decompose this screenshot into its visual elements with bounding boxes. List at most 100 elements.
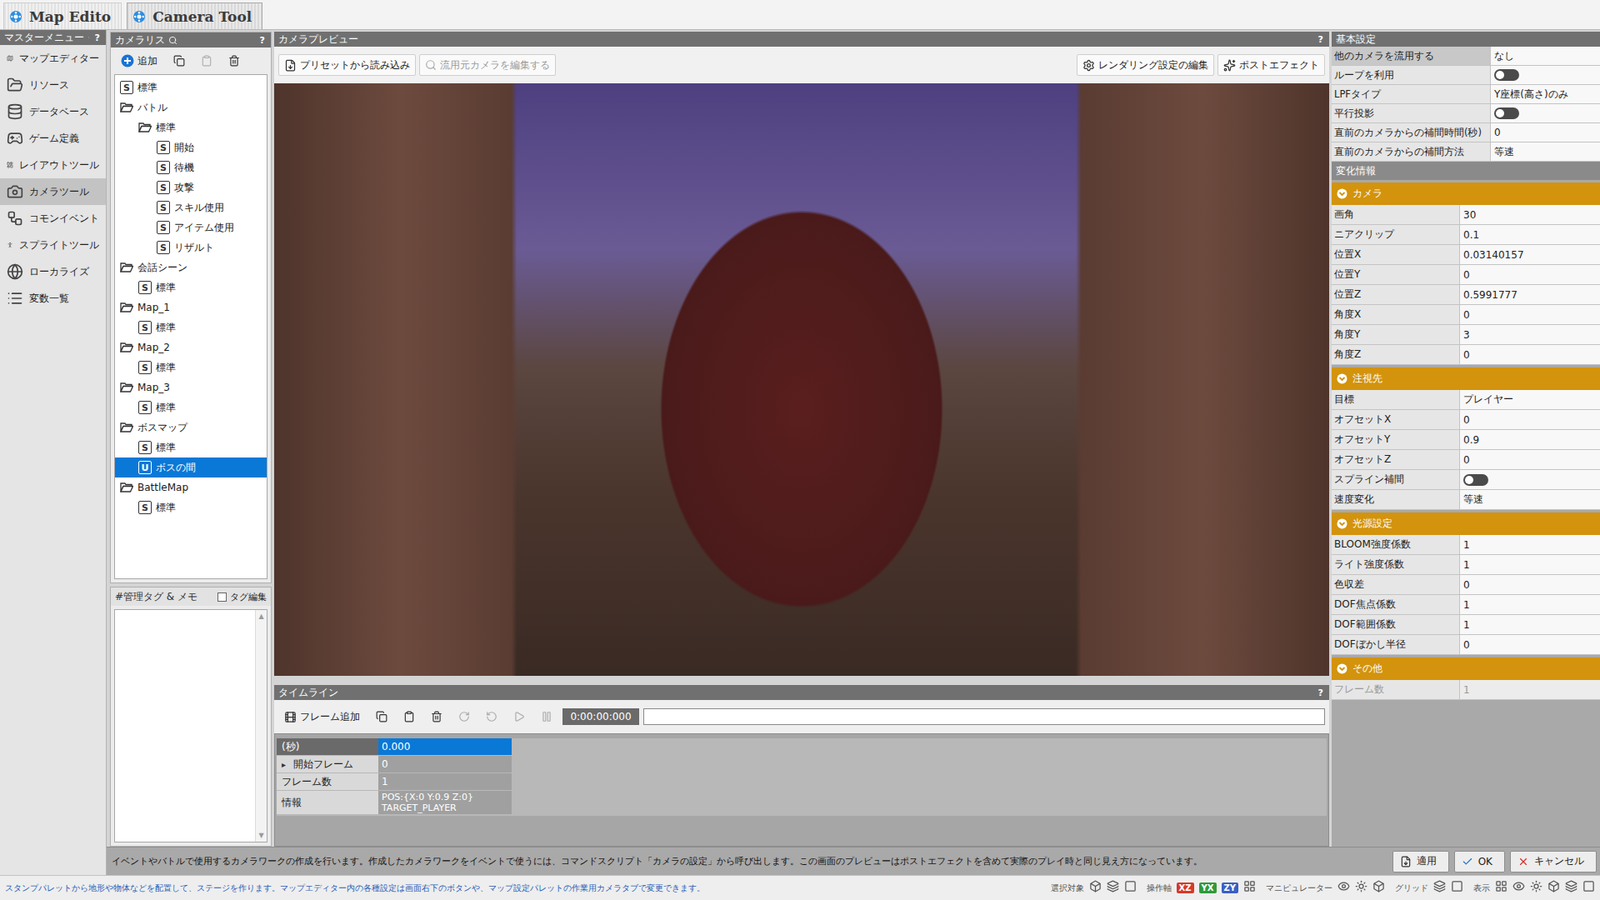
section-header[interactable]: 注視先 [1331, 367, 1600, 390]
edit-source-button[interactable]: 流用元カメラを編集する [419, 54, 556, 76]
master-menu-item[interactable]: データベース [0, 98, 106, 125]
property-value[interactable]: プレイヤー [1459, 390, 1600, 410]
tree-item[interactable]: S標準 [115, 317, 267, 338]
property-value[interactable]: 等速 [1459, 490, 1600, 510]
property-value[interactable]: 1 [1459, 535, 1600, 555]
axis-badge[interactable]: ZY [1221, 882, 1240, 894]
tool-button[interactable] [1530, 880, 1543, 896]
property-row[interactable]: 角度X0 [1331, 305, 1600, 325]
tool-button[interactable] [1565, 880, 1578, 896]
property-value[interactable]: 1 [1459, 615, 1600, 635]
tool-button[interactable] [1337, 880, 1350, 896]
section-header[interactable]: カメラ [1331, 182, 1600, 205]
section-header[interactable]: その他 [1331, 657, 1600, 680]
property-value[interactable]: 0 [1490, 123, 1600, 142]
property-value[interactable]: 0 [1459, 305, 1600, 325]
tool-button[interactable] [1433, 880, 1446, 896]
axis-badge[interactable]: XZ [1176, 882, 1195, 894]
help-button[interactable]: ? [1316, 687, 1325, 699]
property-value[interactable]: 1 [1459, 555, 1600, 575]
property-row[interactable]: BLOOM強度係数1 [1331, 535, 1600, 555]
memo-textarea[interactable]: ▲▼ [114, 609, 268, 843]
property-value[interactable]: 3 [1459, 325, 1600, 345]
delete-frame-button[interactable] [425, 705, 449, 728]
tree-item[interactable]: 会話シーン [115, 257, 267, 278]
checkbox-box[interactable] [217, 592, 227, 602]
tree-item[interactable]: S標準 [115, 77, 267, 98]
collapse-icon[interactable] [1336, 663, 1348, 675]
editor-tab[interactable]: Map Edito [3, 2, 122, 30]
tree-item[interactable]: Sスキル使用 [115, 197, 267, 218]
master-menu-item[interactable]: 変数一覧 [0, 285, 106, 312]
property-row[interactable]: 角度Z0 [1331, 345, 1600, 365]
property-row[interactable]: 位置X0.03140157 [1331, 245, 1600, 265]
property-row[interactable]: 直前のカメラからの補間方法等速 [1331, 142, 1600, 162]
tool-button[interactable] [1243, 880, 1256, 896]
frame-table-value[interactable]: 1 [378, 773, 512, 790]
copy-button[interactable] [167, 50, 191, 72]
property-row[interactable]: LPFタイプY座標(高さ)のみ [1331, 85, 1600, 105]
master-menu-item[interactable]: ローカライズ [0, 258, 106, 285]
toggle-switch[interactable] [1494, 69, 1520, 81]
scroll-down-button[interactable]: ▼ [258, 831, 264, 840]
property-row[interactable]: 位置Z0.5991777 [1331, 285, 1600, 305]
tree-item[interactable]: S開始 [115, 137, 267, 158]
master-menu-item[interactable]: スプライトツール [0, 231, 106, 259]
property-value[interactable]: 0.03140157 [1459, 245, 1600, 265]
property-value[interactable] [1490, 104, 1600, 123]
undo-button[interactable] [480, 705, 504, 728]
property-row[interactable]: 直前のカメラからの補間時間(秒)0 [1331, 123, 1600, 143]
property-row[interactable]: ループを利用 [1331, 65, 1600, 85]
property-row[interactable]: スプライン補間 [1331, 470, 1600, 490]
post-effect-button[interactable]: ポストエフェクト [1217, 54, 1325, 76]
property-value[interactable]: 0.9 [1459, 430, 1600, 450]
property-row[interactable]: オフセットX0 [1331, 410, 1600, 430]
toggle-switch[interactable] [1463, 474, 1489, 486]
toggle-switch[interactable] [1494, 107, 1520, 120]
collapse-icon[interactable] [1336, 373, 1348, 385]
paste-button[interactable] [195, 50, 219, 72]
property-row[interactable]: オフセットZ0 [1331, 450, 1600, 470]
scroll-up-button[interactable]: ▲ [258, 612, 264, 620]
frame-table-value[interactable]: 0.000 [378, 738, 512, 755]
frame-table-value[interactable]: POS:{X:0 Y:0.9 Z:0}TARGET_PLAYER [378, 790, 512, 815]
seek-bar[interactable] [643, 708, 1325, 725]
tree-item[interactable]: S攻撃 [115, 177, 267, 198]
tool-button[interactable] [1582, 880, 1595, 896]
property-row[interactable]: 速度変化等速 [1331, 490, 1600, 510]
preset-button[interactable]: プリセットから読み込み [278, 54, 416, 76]
tree-item[interactable]: Sアイテム使用 [115, 217, 267, 238]
tool-button[interactable] [1106, 880, 1120, 896]
render-settings-button[interactable]: レンダリング設定の編集 [1076, 54, 1215, 76]
axis-badge[interactable]: YX [1199, 882, 1217, 894]
property-row[interactable]: DOFぼかし半径0 [1331, 635, 1600, 655]
add-button[interactable]: 追加 [115, 50, 164, 72]
tree-item[interactable]: Map_2 [115, 337, 267, 358]
editor-tab[interactable]: Camera Tool [126, 2, 263, 30]
tree-item[interactable]: S標準 [115, 277, 267, 298]
property-value[interactable] [1459, 470, 1600, 490]
help-button[interactable]: ? [258, 35, 267, 46]
tool-button[interactable] [1450, 880, 1464, 896]
delete-button[interactable] [222, 50, 246, 72]
scrollbar[interactable]: ▲▼ [255, 610, 267, 842]
cancel-button[interactable]: キャンセル [1510, 850, 1597, 873]
property-row[interactable]: 画角30 [1331, 205, 1600, 225]
property-value[interactable]: 0 [1459, 450, 1600, 470]
expand-marker[interactable]: ▸ [281, 760, 289, 770]
property-value[interactable]: 等速 [1490, 142, 1600, 161]
property-value[interactable]: 0.1 [1459, 225, 1600, 245]
camera-preview-image[interactable] [274, 83, 1330, 676]
tree-item[interactable]: ボスマップ [115, 417, 267, 438]
master-menu-item[interactable]: コモンイベント [0, 205, 106, 232]
property-row[interactable]: オフセットY0.9 [1331, 430, 1600, 450]
master-menu-item[interactable]: ゲーム定義 [0, 125, 106, 152]
apply-button[interactable]: 適用 [1392, 850, 1450, 873]
master-menu-item[interactable]: レイアウトツール [0, 151, 106, 179]
master-menu-item[interactable]: リソース [0, 71, 106, 99]
property-value[interactable]: 1 [1459, 595, 1600, 615]
pause-button[interactable] [535, 705, 559, 728]
tree-item[interactable]: S標準 [115, 497, 267, 518]
collapse-icon[interactable] [1336, 188, 1348, 200]
tree-item[interactable]: S待機 [115, 157, 267, 178]
